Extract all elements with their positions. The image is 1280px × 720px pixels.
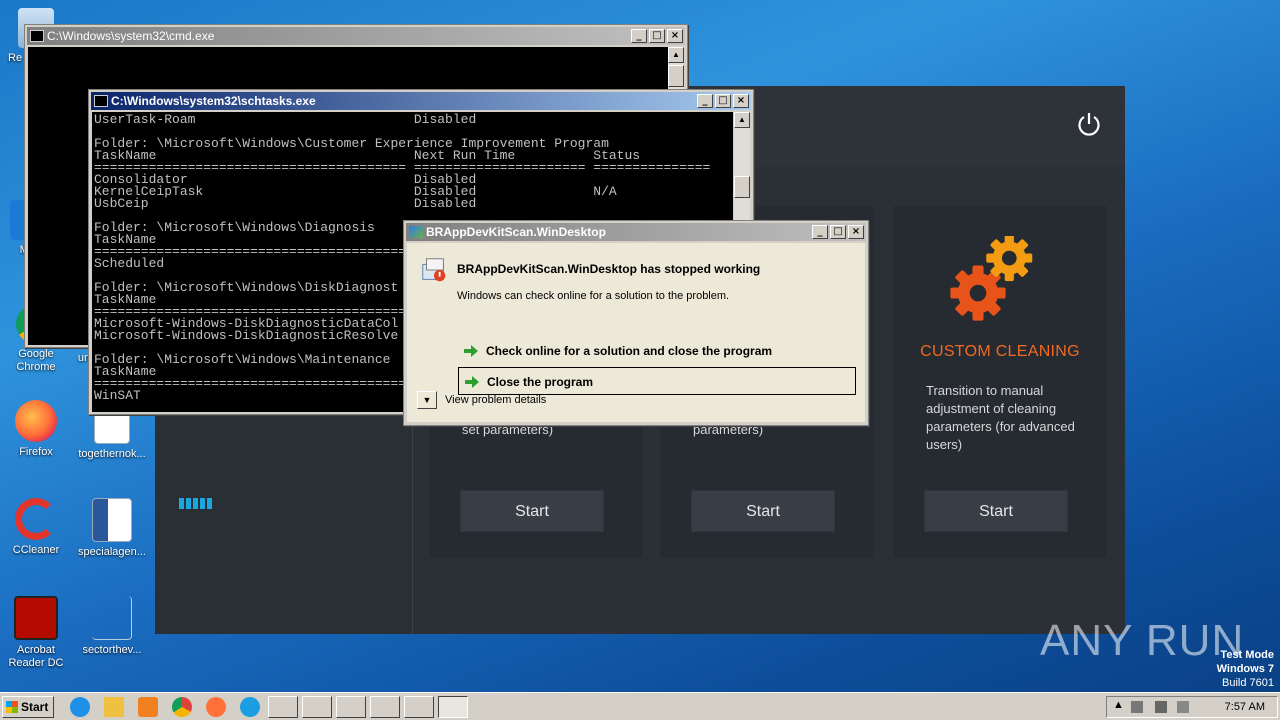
window-controls: _ □ ×	[631, 29, 683, 43]
test-mode-line: Test Mode	[1220, 649, 1274, 661]
maximize-button[interactable]: □	[649, 29, 665, 43]
taskbar: Start ▲ 7:57 AM	[0, 692, 1280, 720]
taskbar-task-dialog[interactable]	[438, 696, 468, 718]
card-title: CUSTOM CLEANING	[920, 343, 1080, 360]
desktop-icon-firefox[interactable]: Firefox	[0, 400, 72, 459]
start-label: Start	[21, 700, 49, 714]
flag-icon[interactable]	[1131, 701, 1143, 713]
taskbar-task-app-1[interactable]	[336, 696, 366, 718]
dialog-subtext: Windows can check online for a solution …	[457, 290, 730, 302]
chrome-icon[interactable]	[172, 697, 192, 717]
edge-icon[interactable]	[240, 697, 260, 717]
details-label: View problem details	[445, 394, 547, 406]
close-button[interactable]: ×	[848, 225, 864, 239]
progress-bars	[179, 498, 212, 509]
start-button[interactable]: Start	[924, 490, 1068, 532]
media-player-icon[interactable]	[138, 697, 158, 717]
desktop-icon-label: sectorthev...	[82, 644, 142, 656]
dialog-title: BRAppDevKitScan.WinDesktop	[426, 225, 606, 239]
start-button[interactable]: Start	[460, 490, 604, 532]
explorer-icon[interactable]	[104, 697, 124, 717]
check-online-option[interactable]: Check online for a solution and close th…	[458, 337, 856, 365]
network-icon[interactable]	[1155, 701, 1167, 713]
app-icon	[409, 226, 423, 238]
error-dialog: BRAppDevKitScan.WinDesktop _ □ × BRAppDe…	[403, 220, 869, 426]
test-mode-line: Windows 7	[1216, 663, 1274, 675]
green-arrow-icon	[464, 345, 478, 357]
windows-flag-icon	[6, 701, 18, 713]
word-document-icon	[92, 498, 132, 542]
dialog-titlebar[interactable]: BRAppDevKitScan.WinDesktop _ □ ×	[406, 223, 866, 241]
card-description: Transition to manual adjustment of clean…	[926, 383, 1075, 452]
green-arrow-icon	[465, 376, 479, 388]
cmd-title: C:\Windows\system32\cmd.exe	[47, 29, 215, 43]
option-label: Close the program	[487, 375, 594, 389]
chevron-down-icon[interactable]: ▼	[417, 391, 437, 409]
desktop-icon-label: Google Chrome	[16, 348, 56, 373]
cmd-titlebar[interactable]: C:\Windows\system32\cmd.exe _ □ ×	[27, 27, 685, 45]
minimize-button[interactable]: _	[812, 225, 828, 239]
taskbar-task-ccleaner[interactable]	[404, 696, 434, 718]
test-mode-line: Build 7601	[1222, 677, 1274, 689]
taskbar-task-app-2[interactable]	[370, 696, 400, 718]
window-controls: _ □ ×	[697, 94, 749, 108]
test-mode-notice: Test Mode Windows 7 Build 7601	[1217, 648, 1274, 690]
show-hidden-icons-icon[interactable]: ▲	[1113, 699, 1124, 711]
minimize-button[interactable]: _	[631, 29, 647, 43]
view-details-toggle[interactable]: ▼ View problem details	[417, 391, 546, 409]
custom-cleaning-card: CUSTOM CLEANING Transition to manual adj…	[893, 206, 1107, 558]
blank-file-icon	[92, 596, 132, 640]
start-button[interactable]: Start	[2, 696, 54, 718]
desktop-icon-ccleaner[interactable]: CCleaner	[0, 498, 72, 557]
desktop-icon-word-doc[interactable]: specialagen...	[76, 498, 148, 559]
desktop-icon-label: specialagen...	[78, 546, 146, 558]
system-tray: ▲ 7:57 AM	[1106, 696, 1278, 718]
acrobat-icon	[14, 596, 58, 640]
close-button[interactable]: ×	[733, 94, 749, 108]
schtasks-title: C:\Windows\system32\schtasks.exe	[111, 94, 316, 108]
desktop-icon-label: CCleaner	[12, 544, 60, 556]
desktop-icon-label: Firefox	[19, 446, 53, 458]
taskbar-task-cmd[interactable]	[268, 696, 298, 718]
clock[interactable]: 7:57 AM	[1225, 701, 1265, 713]
program-error-icon	[422, 258, 446, 282]
schtasks-titlebar[interactable]: C:\Windows\system32\schtasks.exe _ □ ×	[91, 92, 751, 110]
dialog-heading: BRAppDevKitScan.WinDesktop has stopped w…	[457, 262, 761, 276]
desktop-icon-acrobat[interactable]: Acrobat Reader DC	[0, 596, 72, 670]
window-controls: _ □ ×	[812, 225, 864, 239]
maximize-button[interactable]: □	[830, 225, 846, 239]
start-button[interactable]: Start	[691, 490, 835, 532]
console-icon	[94, 95, 108, 107]
gears-icon	[950, 236, 1033, 321]
desktop-icon-label: togethernok...	[78, 448, 146, 460]
power-icon[interactable]	[1075, 110, 1103, 138]
minimize-button[interactable]: _	[697, 94, 713, 108]
desktop-icon-label: Acrobat Reader DC	[8, 644, 64, 669]
volume-icon[interactable]	[1177, 701, 1189, 713]
taskbar-task-schtasks[interactable]	[302, 696, 332, 718]
ccleaner-icon	[15, 498, 57, 540]
ie-icon[interactable]	[70, 697, 90, 717]
console-icon	[30, 30, 44, 42]
scroll-up-button[interactable]: ▲	[734, 112, 750, 128]
scroll-up-button[interactable]: ▲	[668, 47, 684, 63]
scroll-thumb[interactable]	[734, 176, 750, 198]
firefox-icon[interactable]	[206, 697, 226, 717]
scroll-thumb[interactable]	[668, 65, 684, 87]
option-label: Check online for a solution and close th…	[486, 344, 773, 358]
desktop-icon-blank-file[interactable]: sectorthev...	[76, 596, 148, 657]
maximize-button[interactable]: □	[715, 94, 731, 108]
anyrun-watermark: ANY RUN	[1040, 616, 1245, 665]
firefox-icon	[15, 400, 57, 442]
close-button[interactable]: ×	[667, 29, 683, 43]
dialog-body: BRAppDevKitScan.WinDesktop has stopped w…	[407, 243, 865, 422]
